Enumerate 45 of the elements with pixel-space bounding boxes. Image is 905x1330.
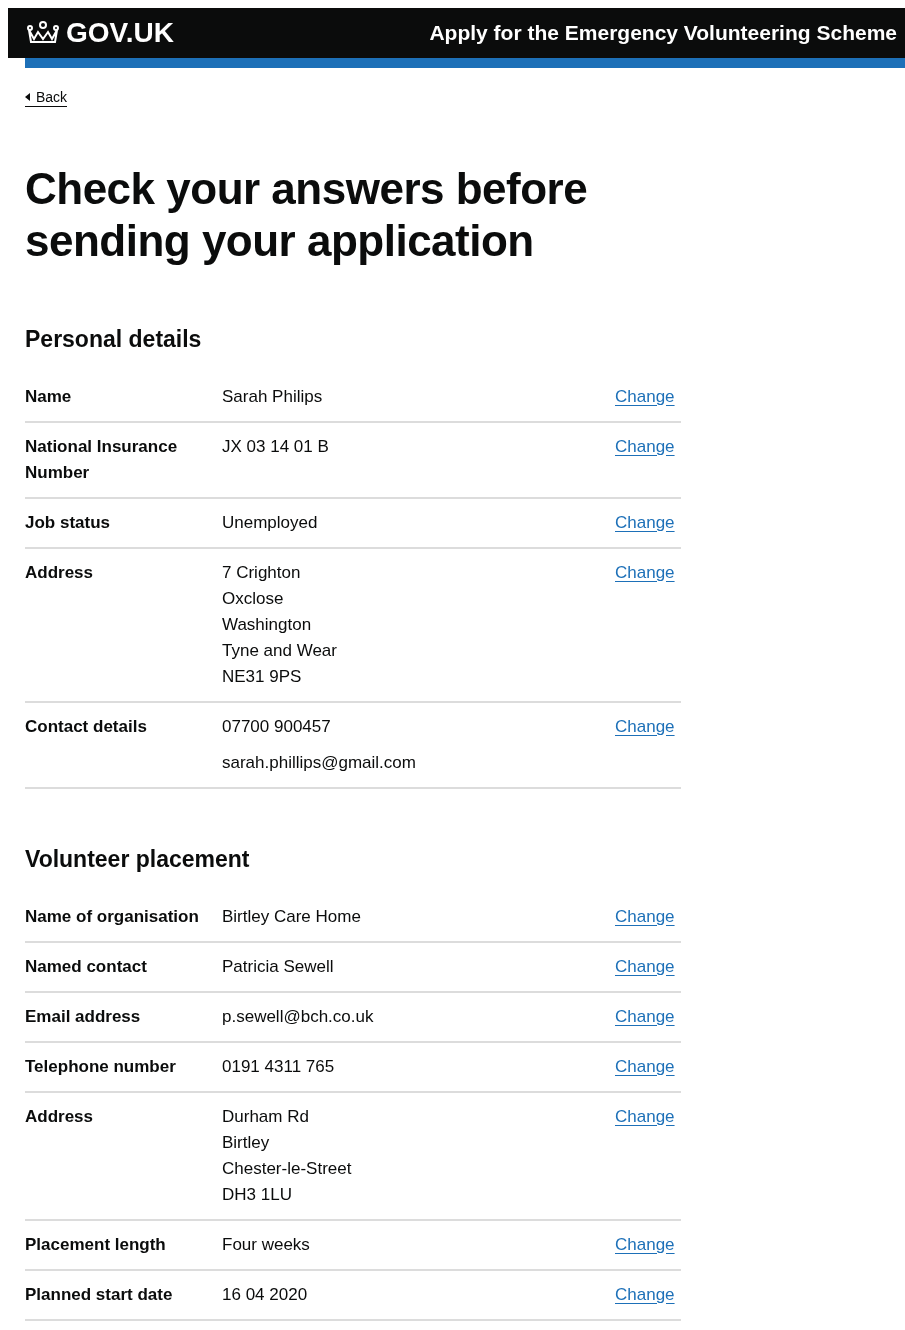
- row-value: 0191 4311 765: [222, 1056, 336, 1078]
- row-value: Sarah Philips: [222, 386, 324, 408]
- row-value: Unemployed: [222, 512, 319, 534]
- row-key: Job status: [25, 510, 222, 536]
- change-link[interactable]: Change: [615, 1107, 675, 1126]
- triangle-left-icon: [25, 93, 30, 101]
- row-key: Email address: [25, 1004, 222, 1030]
- row-key: Address: [25, 560, 222, 690]
- row-key: Named contact: [25, 954, 222, 980]
- row-key: Contact details: [25, 714, 222, 776]
- logo-link[interactable]: GOV.UK: [26, 17, 174, 49]
- row-value: 16 04 2020: [222, 1284, 309, 1306]
- change-link[interactable]: Change: [615, 437, 675, 456]
- change-link[interactable]: Change: [615, 957, 675, 976]
- row-key: Name of organisation: [25, 904, 222, 930]
- crown-icon: [26, 20, 60, 46]
- row-value: Birtley Care Home: [222, 906, 362, 928]
- change-link[interactable]: Change: [615, 513, 675, 532]
- service-name[interactable]: Apply for the Emergency Volunteering Scheme: [429, 21, 897, 45]
- section-heading: Personal details: [25, 325, 203, 353]
- row-key: Name: [25, 384, 222, 410]
- row-value: Patricia Sewell: [222, 956, 335, 978]
- row-value: Four weeks: [222, 1234, 311, 1256]
- page-title: Check your answers before sending your application: [25, 163, 589, 267]
- row-value: JX 03 14 01 B: [222, 436, 330, 458]
- change-link[interactable]: Change: [615, 1285, 675, 1304]
- change-link[interactable]: Change: [615, 1235, 675, 1254]
- section-heading: Volunteer placement: [25, 845, 251, 873]
- row-value: p.sewell@bch.co.uk: [222, 1006, 375, 1028]
- change-link[interactable]: Change: [615, 563, 675, 582]
- change-link[interactable]: Change: [615, 1007, 675, 1026]
- row-key: National Insurance Number: [25, 434, 222, 486]
- back-link[interactable]: Back: [25, 88, 68, 107]
- row-value: Durham Rd Birtley Chester-le-Street DH3 1LU: [222, 1106, 353, 1206]
- change-link[interactable]: Change: [615, 717, 675, 736]
- row-key: Placement length: [25, 1232, 222, 1258]
- row-key: Planned start date: [25, 1282, 222, 1308]
- change-link[interactable]: Change: [615, 1057, 675, 1076]
- row-key: Telephone number: [25, 1054, 222, 1080]
- change-link[interactable]: Change: [615, 387, 675, 406]
- row-value: 07700 900457: [222, 716, 332, 738]
- row-key: Address: [25, 1104, 222, 1208]
- row-value: 7 Crighton Oxclose Washington Tyne and Wear NE31 9PS: [222, 562, 338, 688]
- change-link[interactable]: Change: [615, 907, 675, 926]
- row-value: sarah.phillips@gmail.com: [222, 752, 417, 774]
